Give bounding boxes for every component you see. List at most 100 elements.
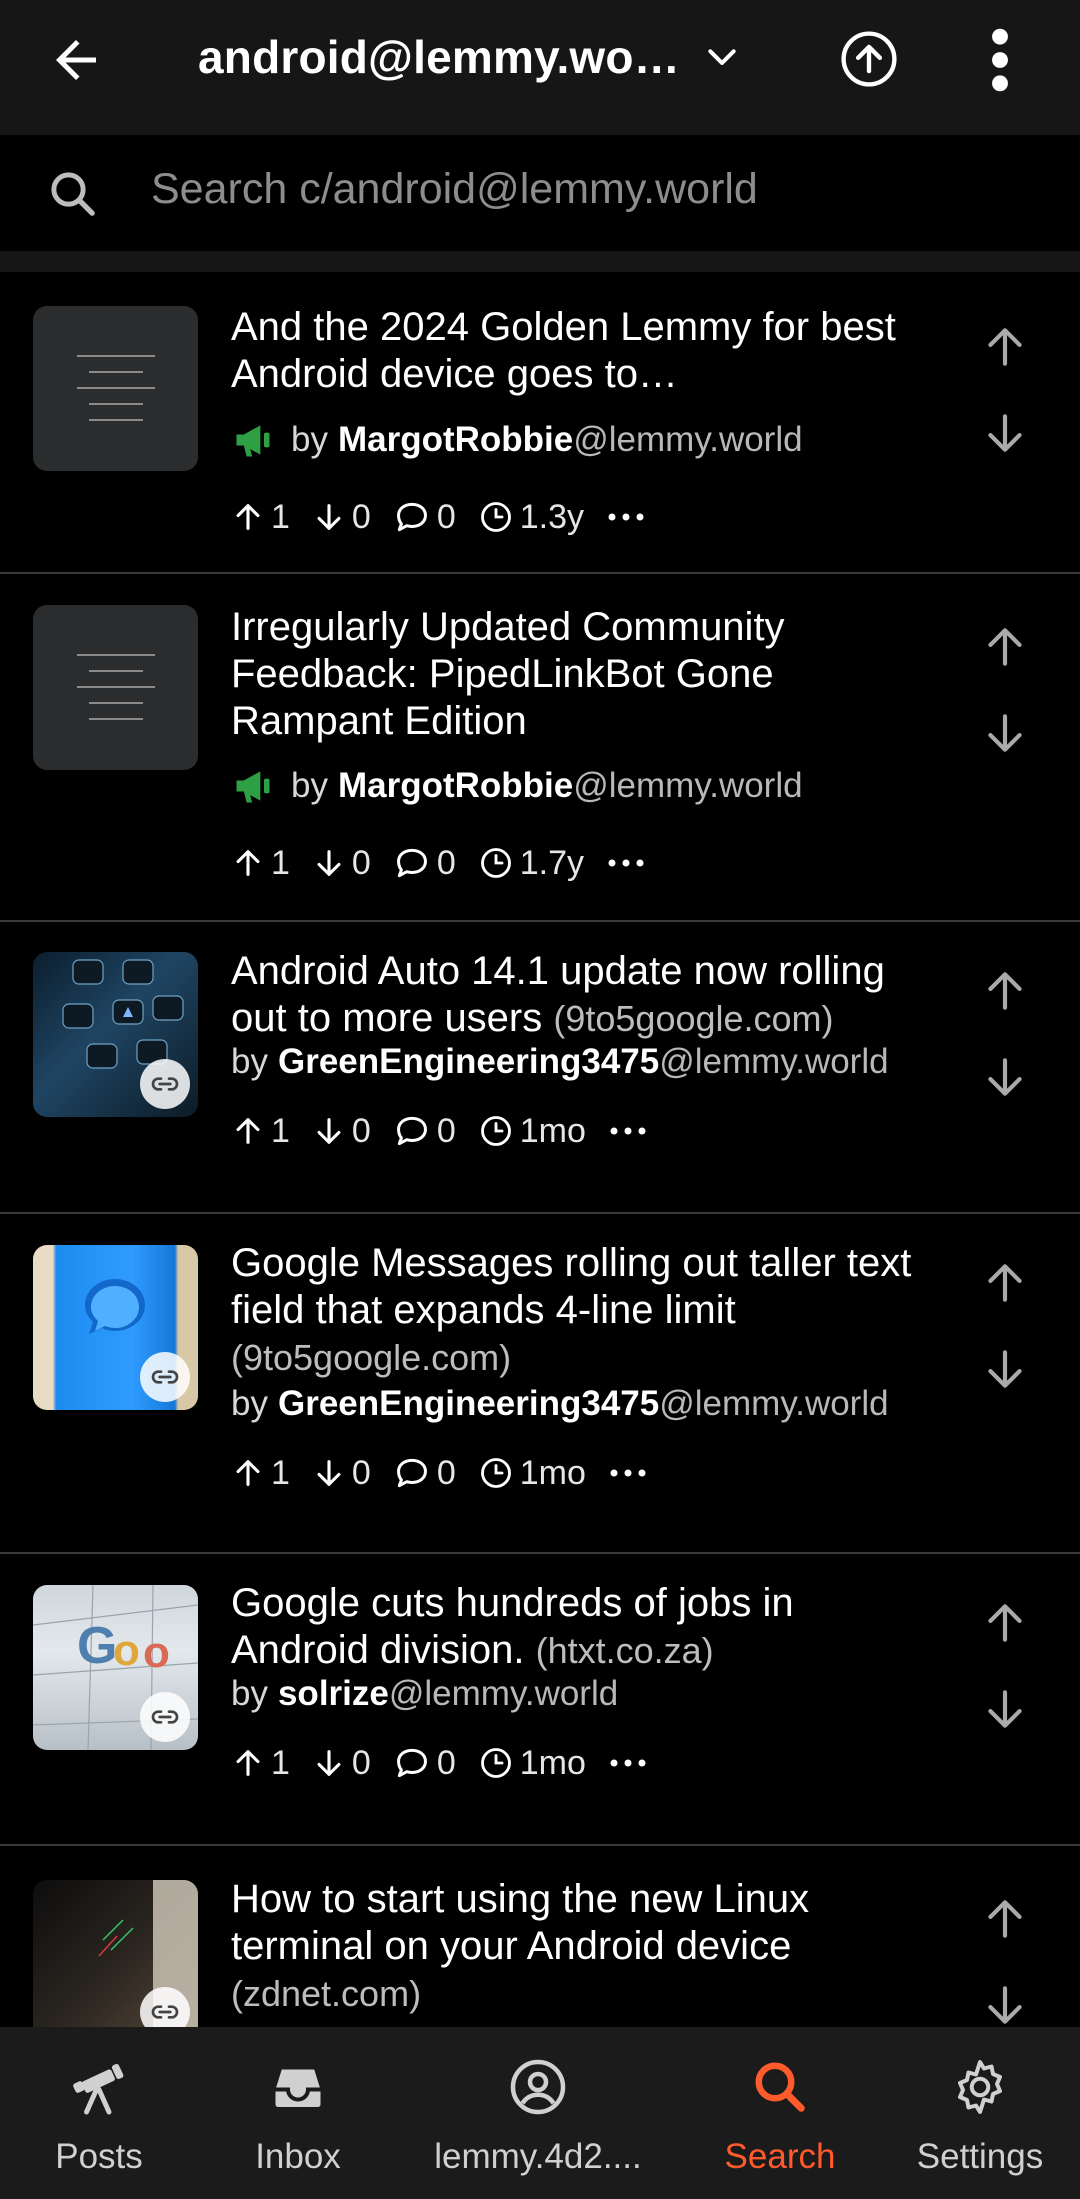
- upvote-count-icon: [236, 850, 260, 876]
- upvote-count: 1: [271, 497, 290, 536]
- post-age: 1mo: [519, 1453, 586, 1492]
- downvote-count-icon: [317, 1460, 341, 1486]
- comment-count: 0: [436, 497, 456, 536]
- downvote-arrow-icon[interactable]: [980, 1052, 1030, 1102]
- nav-inbox[interactable]: Inbox: [198, 2027, 398, 2199]
- post-byline: by solrize @lemmy.world: [231, 1674, 618, 1714]
- comment-icon: [396, 848, 427, 878]
- post-thumbnail[interactable]: [33, 306, 198, 471]
- more-horizontal-icon[interactable]: [608, 1463, 648, 1483]
- downvote-arrow-icon[interactable]: [980, 1980, 1030, 2030]
- post-author[interactable]: solrize: [278, 1674, 389, 1714]
- list-item[interactable]: G o o Google cuts hundreds of jobs in An…: [0, 1554, 1080, 1846]
- more-horizontal-icon[interactable]: [608, 1121, 648, 1141]
- upvote-count: 1: [271, 1743, 290, 1782]
- comment-count: 0: [436, 1743, 456, 1782]
- upvote-arrow-icon[interactable]: [980, 1258, 1030, 1308]
- post-domain[interactable]: (htxt.co.za): [536, 1630, 714, 1671]
- search-section: Search c/android@lemmy.world: [0, 135, 1080, 272]
- more-horizontal-icon[interactable]: [606, 507, 646, 527]
- upvote-arrow-icon[interactable]: [980, 322, 1030, 372]
- nav-posts[interactable]: Posts: [0, 2027, 198, 2199]
- nav-search[interactable]: Search: [680, 2027, 880, 2199]
- post-thumbnail[interactable]: [33, 952, 198, 1117]
- community-title[interactable]: android@lemmy.wo…: [198, 30, 680, 84]
- downvote-arrow-icon[interactable]: [980, 708, 1030, 758]
- post-domain[interactable]: (9to5google.com): [553, 998, 833, 1039]
- downvote-arrow-icon[interactable]: [980, 1344, 1030, 1394]
- list-item[interactable]: Android Auto 14.1 update now rolling out…: [0, 922, 1080, 1214]
- svg-text:o: o: [113, 1626, 140, 1675]
- post-title[interactable]: Irregularly Updated Community Feedback: …: [231, 604, 931, 745]
- link-badge: [140, 1059, 190, 1109]
- post-title[interactable]: Android Auto 14.1 update now rolling out…: [231, 948, 931, 1042]
- nav-label: lemmy.4d2....: [434, 2137, 642, 2176]
- link-badge: [140, 1352, 190, 1402]
- post-title[interactable]: Google Messages rolling out taller text …: [231, 1240, 931, 1381]
- chevron-down-icon[interactable]: [702, 38, 742, 78]
- author-instance: @lemmy.world: [573, 766, 803, 805]
- post-title[interactable]: Google cuts hundreds of jobs in Android …: [231, 1580, 931, 1674]
- nav-account[interactable]: lemmy.4d2....: [398, 2027, 678, 2199]
- post-domain[interactable]: (9to5google.com): [231, 1337, 511, 1378]
- by-label: by: [291, 420, 328, 459]
- bottom-navigation: Posts Inbox lemmy.4d2.... Search Setting…: [0, 2027, 1080, 2199]
- downvote-count: 0: [351, 1743, 371, 1782]
- post-title[interactable]: And the 2024 Golden Lemmy for best Andro…: [231, 304, 931, 398]
- inbox-icon: [275, 2069, 321, 2107]
- post-author[interactable]: GreenEngineering3475: [278, 1384, 659, 1424]
- upvote-arrow-icon[interactable]: [980, 622, 1030, 672]
- list-item[interactable]: Irregularly Updated Community Feedback: …: [0, 574, 1080, 922]
- post-thumbnail[interactable]: G o o: [33, 1585, 198, 1750]
- downvote-count-icon: [317, 1118, 341, 1144]
- link-icon: [151, 2005, 179, 2019]
- author-instance: @lemmy.world: [388, 1674, 619, 1713]
- clock-icon: [480, 1458, 511, 1488]
- link-icon: [151, 1370, 179, 1384]
- post-author[interactable]: MargotRobbie: [338, 420, 573, 460]
- link-badge: [140, 1692, 190, 1742]
- account-icon: [510, 2059, 566, 2115]
- more-horizontal-icon[interactable]: [606, 853, 646, 873]
- post-stats: 1 0 0 1mo: [231, 1448, 648, 1498]
- scroll-to-top-icon[interactable]: [840, 30, 898, 88]
- list-item[interactable]: And the 2024 Golden Lemmy for best Andro…: [0, 272, 1080, 574]
- upvote-arrow-icon[interactable]: [980, 1598, 1030, 1648]
- top-app-bar: android@lemmy.wo…: [0, 0, 1080, 135]
- search-placeholder: Search c/android@lemmy.world: [151, 165, 758, 213]
- upvote-arrow-icon[interactable]: [980, 966, 1030, 1016]
- moderator-megaphone-icon: [236, 425, 270, 457]
- by-label: by: [231, 1674, 268, 1713]
- post-author[interactable]: GreenEngineering3475: [278, 1042, 659, 1082]
- nav-label: Settings: [916, 2137, 1044, 2176]
- by-label: by: [231, 1384, 268, 1423]
- post-domain[interactable]: (zdnet.com): [231, 1973, 421, 2014]
- post-author[interactable]: MargotRobbie: [338, 766, 573, 806]
- downvote-count-icon: [317, 850, 341, 876]
- list-item[interactable]: Google Messages rolling out taller text …: [0, 1214, 1080, 1554]
- text-post-icon: [77, 654, 155, 720]
- nav-settings[interactable]: Settings: [880, 2027, 1080, 2199]
- moderator-megaphone-icon: [236, 771, 270, 803]
- upvote-count-icon: [236, 1118, 260, 1144]
- post-age: 1.3y: [519, 497, 585, 536]
- post-thumbnail[interactable]: [33, 605, 198, 770]
- post-thumbnail[interactable]: [33, 1880, 198, 2045]
- link-icon: [151, 1710, 179, 1724]
- downvote-count: 0: [351, 497, 371, 536]
- clock-icon: [480, 848, 511, 878]
- post-byline: by GreenEngineering3475 @lemmy.world: [231, 1384, 889, 1424]
- post-thumbnail[interactable]: [33, 1245, 198, 1410]
- downvote-arrow-icon[interactable]: [980, 1684, 1030, 1734]
- more-vertical-icon[interactable]: [985, 25, 1015, 95]
- back-arrow-icon[interactable]: [46, 30, 106, 90]
- comment-icon: [396, 502, 427, 532]
- upvote-arrow-icon[interactable]: [980, 1894, 1030, 1944]
- search-input[interactable]: Search c/android@lemmy.world: [0, 135, 1080, 251]
- downvote-arrow-icon[interactable]: [980, 408, 1030, 458]
- more-horizontal-icon[interactable]: [608, 1753, 648, 1773]
- upvote-count-icon: [236, 504, 260, 530]
- post-stats: 1 0 0 1mo: [231, 1106, 648, 1156]
- post-title[interactable]: How to start using the new Linux termina…: [231, 1876, 931, 2017]
- by-label: by: [231, 1042, 268, 1081]
